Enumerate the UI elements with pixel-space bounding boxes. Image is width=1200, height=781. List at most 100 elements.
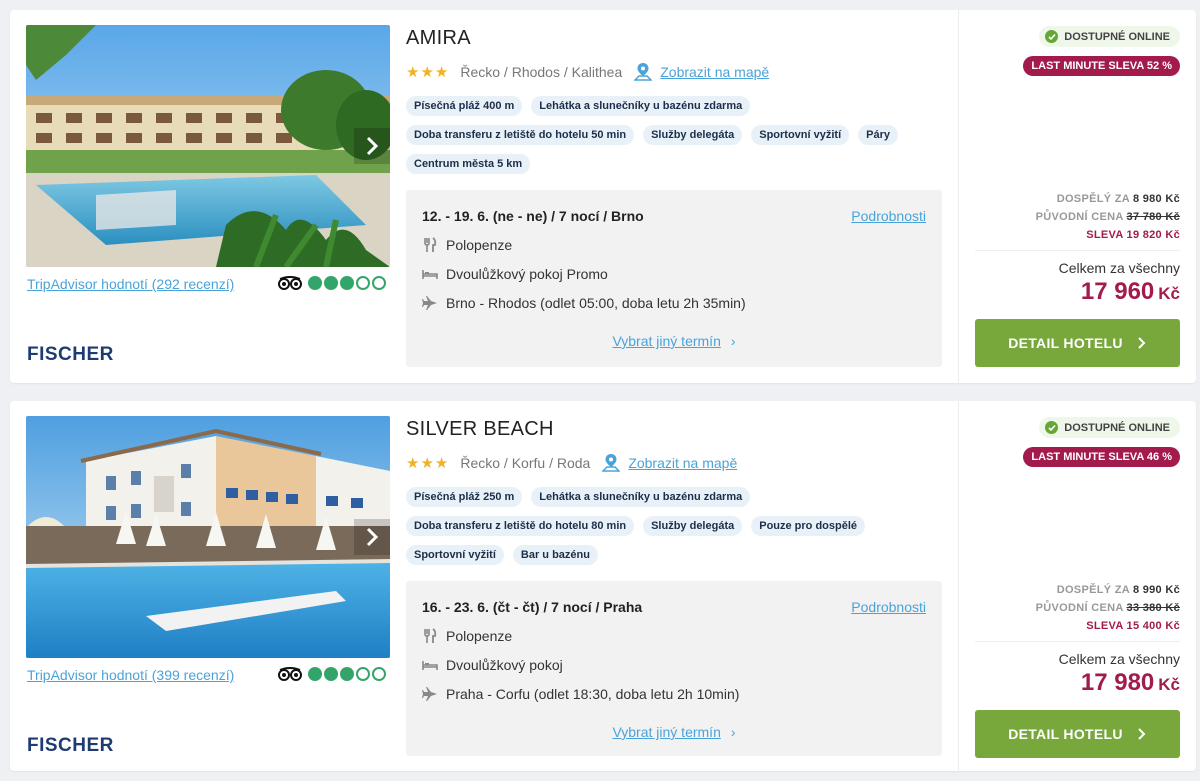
rating-dot [324, 667, 338, 681]
hotel-photo-image [26, 416, 390, 658]
hotel-location: ★ ★ ★ Řecko / Rhodos / Kalithea Zobrazit n… [406, 62, 769, 82]
bed-icon [422, 661, 438, 670]
original-price-label: PŮVODNÍ CENA [1035, 602, 1124, 614]
discount-badge: LAST MINUTE SLEVA 46 % [1023, 447, 1180, 467]
price-panel: DOSTUPNÉ ONLINE LAST MINUTE SLEVA 52 % D… [958, 10, 1196, 383]
tripadvisor-owl-icon [278, 667, 302, 681]
room-row: Dvoulůžkový pokoj [422, 657, 563, 673]
flight-text: Praha - Corfu (odlet 18:30, doba letu 2h… [446, 686, 740, 702]
choose-other-term[interactable]: Vybrat jiný termín › [406, 724, 942, 740]
original-price-label: PŮVODNÍ CENA [1035, 211, 1124, 223]
adult-price-label: DOSPĚLÝ ZA [1056, 193, 1130, 205]
term-summary: 12. - 19. 6. (ne - ne) / 7 nocí / Brno [422, 208, 644, 224]
star-icon: ★ [434, 63, 449, 81]
hotel-name[interactable]: SILVER BEACH [406, 418, 554, 441]
feature-tag: Doba transferu z letiště do hotelu 50 mi… [406, 125, 635, 145]
airplane-icon [422, 296, 437, 310]
star-icon: ★ [420, 454, 434, 472]
location-text: Řecko / Korfu / Roda [460, 455, 591, 471]
flight-row: Praha - Corfu (odlet 18:30, doba letu 2h… [422, 686, 739, 702]
next-photo-button[interactable] [354, 519, 390, 555]
hotel-card: TripAdvisor hodnotí (292 recenzí) FISCHE… [10, 10, 1196, 383]
star-icon: ★ [406, 454, 420, 472]
rating-dot [340, 276, 354, 290]
feature-tag: Centrum města 5 km [406, 154, 531, 174]
price-breakdown: DOSPĚLÝ ZA 8 990 Kč PŮVODNÍ CENA 33 380 … [1036, 581, 1180, 635]
chevron-right-icon [366, 136, 379, 156]
online-badge-text: DOSTUPNÉ ONLINE [1064, 421, 1170, 434]
hotel-name[interactable]: AMIRA [406, 27, 471, 50]
discount-label: SLEVA [1086, 620, 1124, 632]
feature-tag: Služby delegáta [643, 125, 743, 145]
feature-tag: Služby delegáta [643, 516, 743, 536]
discount-amount: 15 400 Kč [1126, 620, 1180, 632]
star-icon: ★ [406, 63, 420, 81]
room-row: Dvoulůžkový pokoj Promo [422, 266, 608, 282]
check-icon [1045, 30, 1059, 43]
board-row: Polopenze [422, 628, 512, 644]
feature-tag: Bar u bazénu [512, 545, 598, 565]
original-price: 33 380 Kč [1126, 602, 1180, 614]
term-box: 16. - 23. 6. (čt - čt) / 7 nocí / Praha … [406, 581, 942, 756]
divider [975, 250, 1180, 251]
hotel-tags: Písečná pláž 250 m Lehátka a slunečníky … [406, 487, 946, 565]
airplane-icon [422, 687, 437, 701]
rating-dot [372, 276, 386, 290]
total-price-value: 17 980 [1080, 669, 1155, 696]
hotel-detail-button[interactable]: DETAIL HOTELU [975, 319, 1180, 367]
hotel-photo-image [26, 25, 390, 267]
feature-tag: Pouze pro dospělé [751, 516, 866, 536]
chevron-right-icon [1138, 728, 1146, 740]
show-on-map-link[interactable]: Zobrazit na mapě [660, 64, 769, 80]
feature-tag: Lehátka a slunečníky u bazénu zdarma [531, 487, 751, 507]
original-price-row: PŮVODNÍ CENA 37 780 Kč [1036, 208, 1180, 226]
price-panel: DOSTUPNÉ ONLINE LAST MINUTE SLEVA 46 % D… [958, 401, 1196, 771]
rating-dot [356, 667, 370, 681]
hotel-detail-button[interactable]: DETAIL HOTELU [975, 710, 1180, 758]
next-photo-button[interactable] [354, 128, 390, 164]
room-text: Dvoulůžkový pokoj [446, 657, 563, 673]
feature-tag: Lehátka a slunečníky u bazénu zdarma [531, 96, 751, 116]
star-icon: ★ [434, 454, 449, 472]
hotel-photo[interactable] [26, 416, 390, 658]
choose-other-term-link[interactable]: Vybrat jiný termín [612, 333, 720, 349]
cutlery-icon [424, 237, 437, 252]
original-price: 37 780 Kč [1126, 211, 1180, 223]
star-icon: ★ [420, 63, 434, 81]
online-badge: DOSTUPNÉ ONLINE [1039, 417, 1180, 438]
original-price-row: PŮVODNÍ CENA 33 380 Kč [1036, 599, 1180, 617]
chevron-right-icon: › [730, 333, 736, 349]
star-rating: ★ ★ ★ [406, 456, 448, 471]
adult-price-row: DOSPĚLÝ ZA 8 980 Kč [1036, 190, 1180, 208]
hotel-detail-button-label: DETAIL HOTELU [1008, 335, 1123, 351]
choose-other-term[interactable]: Vybrat jiný termín › [406, 333, 942, 349]
rating-dot [308, 276, 322, 290]
feature-tag: Sportovní vyžití [751, 125, 850, 145]
chevron-right-icon [1138, 337, 1146, 349]
feature-tag: Doba transferu z letiště do hotelu 80 mi… [406, 516, 635, 536]
rating-dot [324, 276, 338, 290]
room-text: Dvoulůžkový pokoj Promo [446, 266, 608, 282]
online-badge: DOSTUPNÉ ONLINE [1039, 26, 1180, 47]
tripadvisor-link[interactable]: TripAdvisor hodnotí (399 recenzí) [27, 667, 234, 683]
discount-row: SLEVA 15 400 Kč [1036, 617, 1180, 635]
details-link[interactable]: Podrobnosti [851, 208, 926, 224]
adult-price: 8 980 Kč [1132, 193, 1180, 205]
hotel-location: ★ ★ ★ Řecko / Korfu / Roda Zobrazit na map… [406, 453, 737, 473]
rating-dot [308, 667, 322, 681]
term-box: 12. - 19. 6. (ne - ne) / 7 nocí / Brno P… [406, 190, 942, 367]
details-link[interactable]: Podrobnosti [851, 599, 926, 615]
tripadvisor-link[interactable]: TripAdvisor hodnotí (292 recenzí) [27, 276, 234, 292]
rating-dot [372, 667, 386, 681]
hotel-detail-button-label: DETAIL HOTELU [1008, 726, 1123, 742]
tripadvisor-rating [278, 667, 386, 681]
show-on-map-link[interactable]: Zobrazit na mapě [628, 455, 737, 471]
hotel-photo[interactable] [26, 25, 390, 267]
adult-price: 8 990 Kč [1132, 584, 1180, 596]
total-price-currency: Kč [1158, 284, 1180, 303]
choose-other-term-link[interactable]: Vybrat jiný termín [612, 724, 720, 740]
bed-icon [422, 270, 438, 279]
tripadvisor-rating [278, 276, 386, 290]
flight-row: Brno - Rhodos (odlet 05:00, doba letu 2h… [422, 295, 746, 311]
hotel-tags: Písečná pláž 400 m Lehátka a slunečníky … [406, 96, 946, 174]
